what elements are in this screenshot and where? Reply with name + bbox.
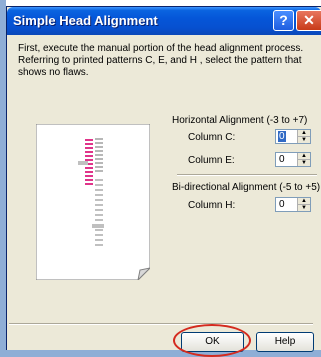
pattern-marker-center [92,224,104,228]
pattern-mark-gray [95,158,103,160]
ok-button[interactable]: OK [181,332,244,352]
dialog-window: Simple Head Alignment ? ✕ First, execute… [6,6,321,357]
column-c-spinner[interactable]: 0 ▲ ▼ [275,129,311,144]
pattern-mark-gray [95,146,103,148]
help-button[interactable]: Help [256,332,314,352]
pattern-mark-gray [95,166,103,168]
column-c-value[interactable]: 0 [278,131,286,142]
pattern-mark-gray [95,154,103,156]
column-h-down-arrow-icon[interactable]: ▼ [298,205,310,211]
dialog-title: Simple Head Alignment [13,13,158,28]
pattern-mark-gray [95,138,103,140]
column-e-up-arrow-icon[interactable]: ▲ [298,153,310,160]
pattern-mark-gray [95,214,103,216]
column-c-label: Column C: [188,132,236,143]
pattern-mark-gray [95,184,103,186]
pattern-mark-pink [85,175,93,177]
pattern-mark-gray [95,150,103,152]
pattern-mark-pink [85,155,93,157]
column-c-down-arrow-icon[interactable]: ▼ [298,137,310,143]
pattern-mark-gray [95,199,103,201]
pattern-mark-gray [95,234,103,236]
column-h-spinner[interactable]: 0 ▲ ▼ [275,197,311,212]
pattern-mark-gray [95,179,103,181]
column-h-value[interactable]: 0 [278,199,286,210]
pattern-mark-pink [85,183,93,185]
pattern-mark-gray [95,244,103,246]
pattern-mark-pink [85,151,93,153]
pattern-mark-gray [95,219,103,221]
column-c-arrows: ▲ ▼ [297,130,310,143]
pattern-mark-gray [95,162,103,164]
instructions-text: First, execute the manual portion of the… [18,43,304,78]
pattern-mark-pink [85,159,93,161]
print-pattern-preview [36,124,150,280]
column-e-arrows: ▲ ▼ [297,153,310,166]
column-e-label: Column E: [188,155,235,166]
pattern-mark-pink [85,167,93,169]
pattern-mark-pink [85,143,93,145]
pattern-mark-pink [85,171,93,173]
column-h-arrows: ▲ ▼ [297,198,310,211]
pattern-mark-gray [95,142,103,144]
pattern-mark-gray [95,194,103,196]
pattern-mark-gray [95,239,103,241]
pattern-mark-gray [95,209,103,211]
pattern-mark-gray [95,204,103,206]
column-h-up-arrow-icon[interactable]: ▲ [298,198,310,205]
pattern-marker-left [78,161,88,165]
close-icon[interactable]: ✕ [296,10,321,31]
horizontal-alignment-heading: Horizontal Alignment (-3 to +7) [172,115,308,126]
column-e-spinner[interactable]: 0 ▲ ▼ [275,152,311,167]
section-divider [177,174,317,176]
column-c-up-arrow-icon[interactable]: ▲ [298,130,310,137]
pattern-mark-gray [95,189,103,191]
column-e-down-arrow-icon[interactable]: ▼ [298,160,310,166]
pattern-mark-gray [95,170,103,172]
pattern-mark-pink [85,147,93,149]
help-icon[interactable]: ? [273,10,294,31]
column-e-value[interactable]: 0 [278,154,286,165]
footer-divider [9,323,313,325]
bidirectional-alignment-heading: Bi-directional Alignment (-5 to +5) [172,182,321,193]
pattern-mark-pink [85,139,93,141]
column-h-label: Column H: [188,200,236,211]
pattern-mark-pink [85,179,93,181]
pattern-mark-gray [95,229,103,231]
title-bar[interactable]: Simple Head Alignment ? ✕ [7,7,321,35]
